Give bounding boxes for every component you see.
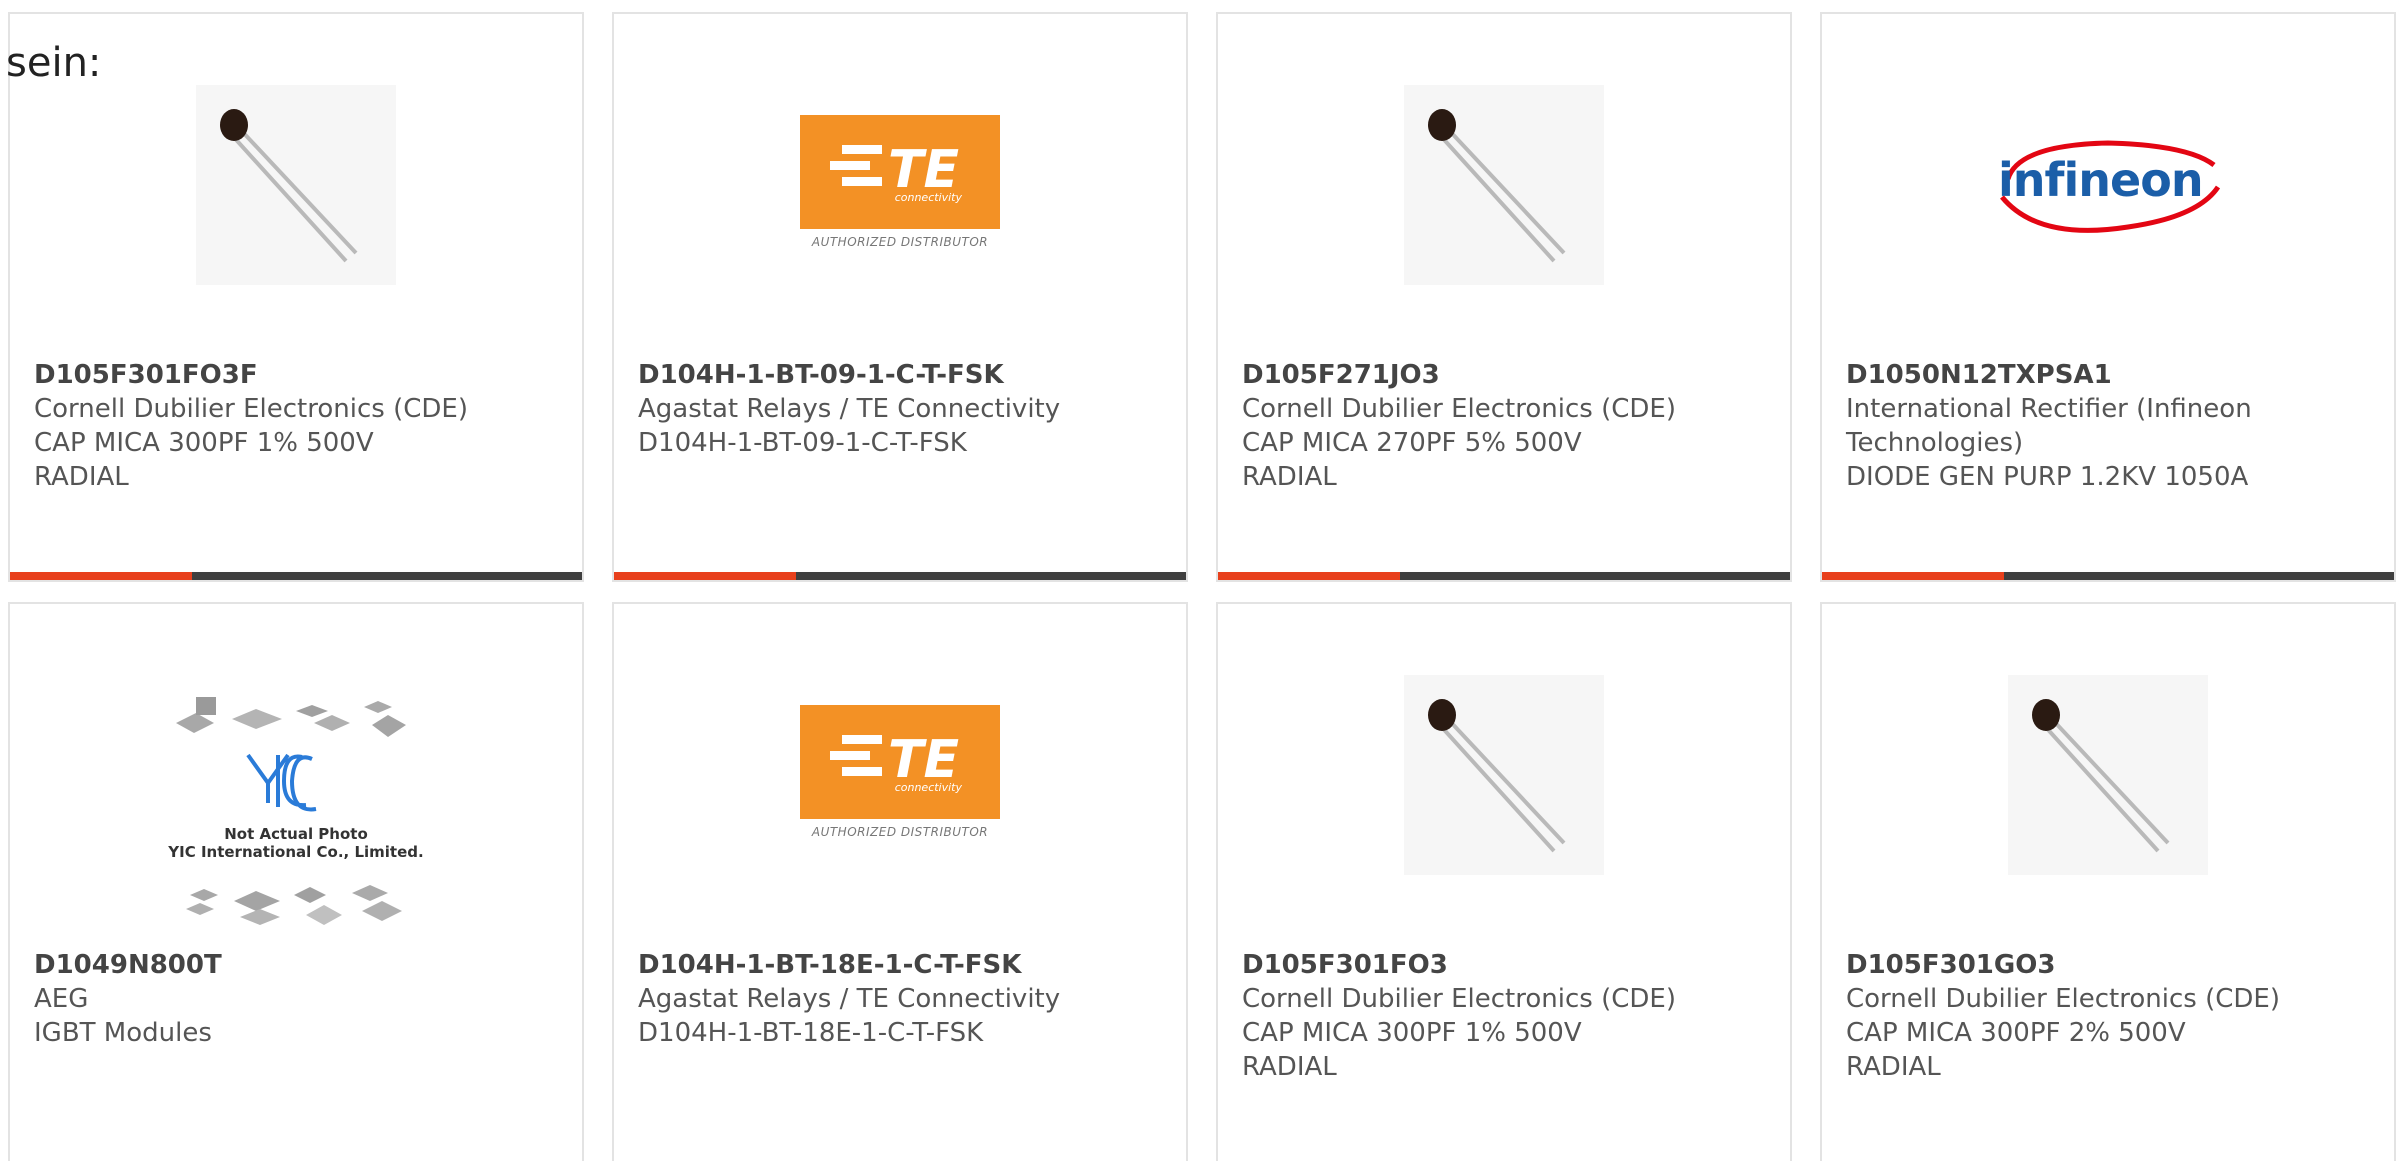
te-logo-subtext: connectivity: [894, 191, 962, 204]
yic-placeholder-text: Not Actual Photo YIC International Co., …: [168, 825, 424, 861]
card-bar: [614, 572, 1186, 580]
te-logo-caption: AUTHORIZED DISTRIBUTOR: [811, 235, 989, 249]
te-logo-icon: TE connectivity AUTHORIZED DISTRIBUTOR: [800, 705, 1000, 845]
part-number[interactable]: D1050N12TXPSA1: [1846, 358, 2370, 392]
capacitor-photo-icon: [1404, 675, 1604, 875]
product-image[interactable]: [1973, 670, 2243, 880]
product-image[interactable]: [1369, 670, 1639, 880]
intro-text: sein:: [6, 40, 102, 86]
te-logo-text: TE: [888, 140, 959, 197]
product-card[interactable]: D105F301FO3F Cornell Dubilier Electronic…: [8, 12, 584, 582]
product-card[interactable]: D105F301GO3 Cornell Dubilier Electronics…: [1820, 602, 2396, 1161]
card-bar: [1822, 572, 2394, 580]
description-line: D104H-1-BT-09-1-C-T-FSK: [638, 428, 967, 458]
product-image[interactable]: TE connectivity AUTHORIZED DISTRIBUTOR: [765, 670, 1035, 880]
product-card[interactable]: TE connectivity AUTHORIZED DISTRIBUTOR D…: [612, 12, 1188, 582]
part-number[interactable]: D105F271JO3: [1242, 358, 1766, 392]
product-card[interactable]: infineon D1050N12TXPSA1 International Re…: [1820, 12, 2396, 582]
description-line: RADIAL: [1242, 462, 1337, 492]
product-image[interactable]: TE connectivity AUTHORIZED DISTRIBUTOR: [765, 80, 1035, 290]
card-bar: [10, 572, 582, 580]
yic-placeholder-icon: Not Actual Photo YIC International Co., …: [156, 695, 436, 935]
manufacturer: Cornell Dubilier Electronics (CDE): [1242, 394, 1676, 424]
manufacturer: Cornell Dubilier Electronics (CDE): [34, 394, 468, 424]
manufacturer: International Rectifier (Infineon: [1846, 394, 2252, 424]
infineon-logo-text: infineon: [1998, 153, 2204, 207]
description-line: RADIAL: [1846, 1052, 1941, 1082]
description-line: D104H-1-BT-18E-1-C-T-FSK: [638, 1018, 984, 1048]
card-bar-accent: [1822, 572, 2004, 580]
card-bar-accent: [10, 572, 192, 580]
product-grid-page: sein: D105F301FO3F Cornell Dubilier Elec…: [0, 0, 2400, 1161]
product-card[interactable]: Not Actual Photo YIC International Co., …: [8, 602, 584, 1161]
te-logo-icon: TE connectivity AUTHORIZED DISTRIBUTOR: [800, 115, 1000, 255]
description-line: CAP MICA 270PF 5% 500V: [1242, 428, 1582, 458]
capacitor-photo-icon: [2008, 675, 2208, 875]
capacitor-photo-icon: [1404, 85, 1604, 285]
te-logo-caption: AUTHORIZED DISTRIBUTOR: [811, 825, 989, 839]
product-card[interactable]: D105F301FO3 Cornell Dubilier Electronics…: [1216, 602, 1792, 1161]
te-logo-text: TE: [888, 730, 959, 787]
product-image[interactable]: [161, 80, 431, 290]
description-line: DIODE GEN PURP 1.2KV 1050A: [1846, 462, 2249, 492]
manufacturer: Agastat Relays / TE Connectivity: [638, 984, 1061, 1014]
description-line: CAP MICA 300PF 1% 500V: [34, 428, 374, 458]
description-line: IGBT Modules: [34, 1018, 212, 1048]
card-bar-accent: [614, 572, 796, 580]
description-line: CAP MICA 300PF 1% 500V: [1242, 1018, 1582, 1048]
product-card[interactable]: D105F271JO3 Cornell Dubilier Electronics…: [1216, 12, 1792, 582]
card-bar-accent: [1218, 572, 1400, 580]
manufacturer: Agastat Relays / TE Connectivity: [638, 394, 1061, 424]
manufacturer: Technologies): [1846, 428, 2024, 458]
part-number[interactable]: D104H-1-BT-09-1-C-T-FSK: [638, 358, 1162, 392]
part-number[interactable]: D104H-1-BT-18E-1-C-T-FSK: [638, 948, 1162, 982]
description-line: RADIAL: [34, 462, 129, 492]
part-number[interactable]: D105F301GO3: [1846, 948, 2370, 982]
product-image[interactable]: Not Actual Photo YIC International Co., …: [151, 690, 441, 940]
capacitor-photo-icon: [196, 85, 396, 285]
product-card[interactable]: TE connectivity AUTHORIZED DISTRIBUTOR D…: [612, 602, 1188, 1161]
manufacturer: Cornell Dubilier Electronics (CDE): [1846, 984, 2280, 1014]
manufacturer: AEG: [34, 984, 89, 1014]
part-number[interactable]: D105F301FO3: [1242, 948, 1766, 982]
description-line: RADIAL: [1242, 1052, 1337, 1082]
te-logo-subtext: connectivity: [894, 781, 962, 794]
manufacturer: Cornell Dubilier Electronics (CDE): [1242, 984, 1676, 1014]
part-number[interactable]: D105F301FO3F: [34, 358, 558, 392]
product-image[interactable]: [1369, 80, 1639, 290]
product-image[interactable]: infineon: [1973, 80, 2243, 290]
part-number[interactable]: D1049N800T: [34, 948, 558, 982]
infineon-logo-icon: infineon: [1978, 125, 2238, 245]
card-bar: [1218, 572, 1790, 580]
description-line: CAP MICA 300PF 2% 500V: [1846, 1018, 2186, 1048]
